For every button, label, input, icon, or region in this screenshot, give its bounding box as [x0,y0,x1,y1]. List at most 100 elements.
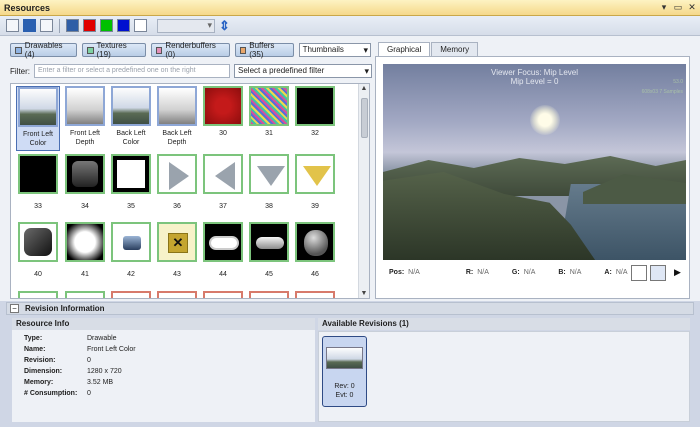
g-key: G: [511,269,520,276]
revision-thumbnail [326,347,363,369]
textures-filter-button[interactable]: Textures (19) [81,41,146,59]
thumbnail-partial[interactable] [155,291,199,298]
view-mode-select[interactable]: Thumbnails [298,43,371,57]
save-icon[interactable] [66,19,79,32]
scroll-up-icon[interactable]: ▲ [359,85,369,92]
thumbnail-label: 37 [219,203,227,210]
scrollbar-thumb[interactable] [361,98,368,138]
thumbnail-scrollbar[interactable]: ▲ ▼ [358,84,369,298]
thumbnail-image [157,154,197,194]
thumbnail-45[interactable]: 45 [247,222,291,279]
thumbnail-image [203,222,243,262]
drawables-filter-label: Drawables (4) [24,41,63,59]
resource-browser: Drawables (4) Textures (19) Renderbuffer… [6,41,372,299]
thumbnail-46[interactable]: 46 [293,222,337,279]
thumbnail-partial[interactable] [109,291,153,298]
toolbar-combo[interactable] [157,18,215,33]
thumbnail-partial[interactable] [16,291,60,298]
info-row-consumption: # Consumption: 0 [12,388,315,399]
swap-arrows-icon[interactable]: ⇕ [219,19,230,32]
info-value: 0 [87,357,91,364]
thumbnail-image [65,291,105,298]
thumbnail-front-left-color[interactable]: Front Left Color [16,86,60,151]
info-row-revision: Revision: 0 [12,355,315,366]
scroll-down-icon[interactable]: ▼ [359,290,369,297]
green-channel-icon[interactable] [100,19,113,32]
texture-viewport[interactable]: Viewer Focus: Mip Level Mip Level = 0 53… [383,64,686,260]
thumbnail-41[interactable]: 41 [63,222,107,279]
tree-view-icon[interactable] [6,19,19,32]
tab-graphical[interactable]: Graphical [378,42,431,57]
thumbnail-front-left-depth[interactable]: Front Left Depth [63,86,107,147]
info-key: Memory: [24,379,54,386]
resource-info-panel: Resource Info Type: Drawable Name: Front… [12,318,315,422]
thumbnail-42[interactable]: 42 [109,222,153,279]
info-value: 1280 x 720 [87,368,122,375]
thumbnail-36[interactable]: 36 [155,154,199,211]
drawables-filter-button[interactable]: Drawables (4) [10,41,77,59]
info-value: 3.52 MB [87,379,114,386]
thumbnail-label: 45 [265,271,273,278]
thumbnail-32[interactable]: 32 [293,86,337,138]
thumbnail-31[interactable]: 31 [247,86,291,138]
buffers-filter-button[interactable]: Buffers (35) [234,41,294,59]
thumbnail-39[interactable]: 39 [293,154,337,211]
thumbnail-44[interactable]: 44 [201,222,245,279]
revisions-list: Rev: 0 Evt: 0 [318,331,690,422]
thumbnail-35[interactable]: 35 [109,154,153,211]
thumbnail-label: 42 [127,271,135,278]
info-row-dimension: Dimension: 1280 x 720 [12,366,315,377]
info-row-name: Name: Front Left Color [12,344,315,355]
thumbnail-image [18,87,58,127]
thumbnail-label: 31 [265,130,273,137]
lock-icon[interactable] [23,19,36,32]
thumbnail-image [65,86,105,126]
preview-panel: Viewer Focus: Mip Level Mip Level = 0 53… [375,56,690,299]
thumbnail-image [203,86,243,126]
alpha-channel-icon[interactable] [134,19,147,32]
resource-info-title: Resource Info [12,318,315,330]
revision-item[interactable]: Rev: 0 Evt: 0 [322,336,367,407]
window-icon[interactable] [40,19,53,32]
preview-tabs: Graphical Memory [378,42,479,57]
renderbuffers-filter-label: Renderbuffers (0) [165,41,216,59]
thumbnail-label: 41 [81,271,89,278]
thumbnail-30[interactable]: 30 [201,86,245,138]
main-area: Drawables (4) Textures (19) Renderbuffer… [0,36,700,301]
blue-channel-icon[interactable] [117,19,130,32]
thumbnail-back-left-color[interactable]: Back Left Color [109,86,153,147]
collapse-icon[interactable]: − [10,304,19,313]
info-value: Drawable [87,335,117,342]
thumbnail-43[interactable]: ✕ 43 [155,222,199,279]
pos-key: Pos: [389,269,405,276]
expand-arrow-icon[interactable]: ▶ [674,267,681,278]
window-title: Resources [4,2,51,13]
thumbnail-40[interactable]: 40 [16,222,60,279]
thumbnail-partial[interactable] [63,291,107,298]
thumbnail-33[interactable]: 33 [16,154,60,211]
thumbnail-partial[interactable] [201,291,245,298]
thumbnail-37[interactable]: 37 [201,154,245,211]
thumbnail-back-left-depth[interactable]: Back Left Depth [155,86,199,147]
thumbnail-partial[interactable] [293,291,337,298]
renderbuffers-swatch [155,46,163,54]
thumbnail-image [111,86,151,126]
background-color-button[interactable] [631,265,647,281]
thumbnail-34[interactable]: 34 [63,154,107,211]
dropdown-icon[interactable]: ▾ [659,2,669,13]
red-channel-icon[interactable] [83,19,96,32]
fit-view-icon[interactable] [650,265,666,281]
minimize-icon[interactable]: ▭ [673,2,683,13]
thumbnail-label: 39 [311,203,319,210]
predefined-filter-select[interactable]: Select a predefined filter [234,64,372,78]
filter-row: Filter: Enter a filter or select a prede… [10,64,372,78]
filter-input[interactable]: Enter a filter or select a predefined on… [34,64,230,78]
revision-section-header[interactable]: − Revision Information [6,302,694,315]
revision-evt-label: Evt: 0 [335,392,354,399]
close-icon[interactable]: ✕ [687,2,697,13]
renderbuffers-filter-button[interactable]: Renderbuffers (0) [150,41,230,59]
thumbnail-partial[interactable] [247,291,291,298]
thumbnail-38[interactable]: 38 [247,154,291,211]
tab-memory[interactable]: Memory [431,42,479,56]
info-key: Name: [24,346,46,353]
